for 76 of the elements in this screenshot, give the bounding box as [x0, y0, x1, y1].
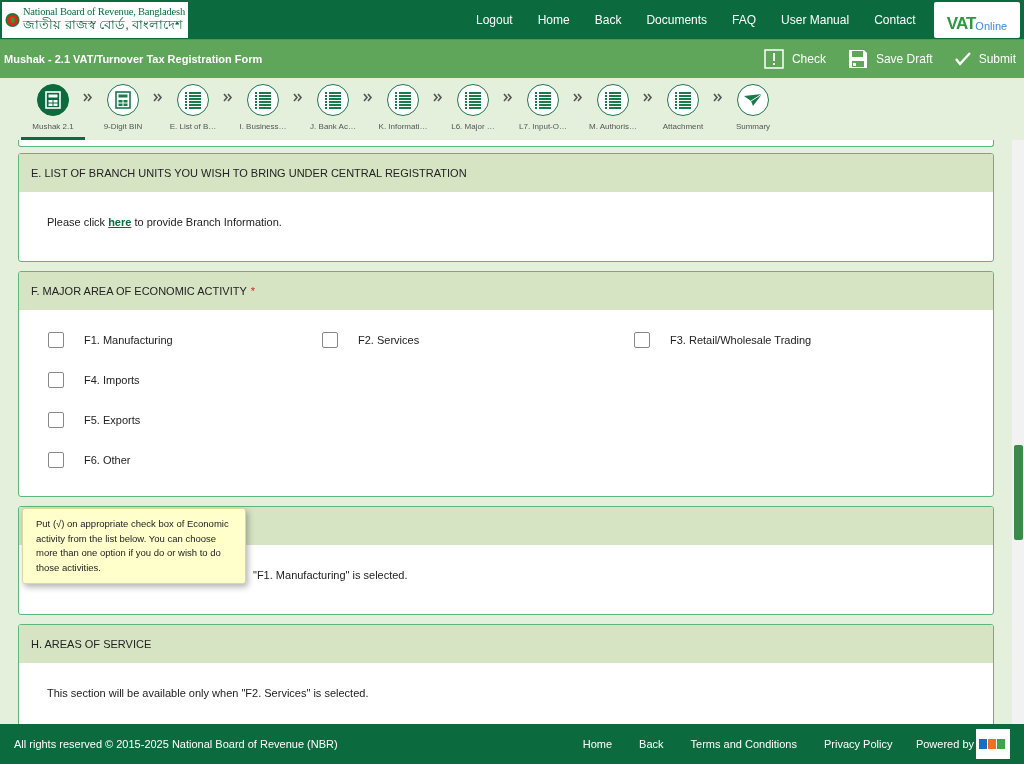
section-title: E. LIST OF BRANCH UNITS YOU WISH TO BRING UNDER CENTRAL REGISTRATION — [31, 167, 467, 179]
step-tab[interactable]: 9-Digit BIN — [93, 78, 153, 140]
nav-link[interactable]: Contact — [861, 12, 928, 27]
step-tab[interactable]: K. Informati… — [373, 78, 433, 140]
vat-online-logo[interactable]: VATOnline — [934, 1, 1020, 38]
double-chevron-icon — [643, 93, 653, 102]
required-mark: * — [250, 285, 256, 297]
checkbox[interactable] — [48, 332, 64, 348]
checkbox-label[interactable]: F4. Imports — [84, 374, 140, 386]
section-title: F. MAJOR AREA OF ECONOMIC ACTIVITY — [31, 285, 247, 297]
step-tab[interactable]: I. Business… — [233, 78, 293, 140]
nav-link[interactable]: User Manual — [768, 12, 862, 27]
step-tab[interactable]: L6. Major … — [443, 78, 503, 140]
checkbox-label[interactable]: F5. Exports — [84, 414, 141, 426]
nav-link[interactable]: Logout — [463, 12, 526, 27]
list-icon — [604, 91, 622, 109]
checkbox[interactable] — [48, 412, 64, 428]
footer-link[interactable]: Home — [569, 738, 626, 750]
list-icon — [254, 91, 272, 109]
form-title: Mushak - 2.1 VAT/Turnover Tax Registration Form — [4, 53, 263, 65]
double-chevron-icon — [713, 93, 723, 102]
nav-link[interactable]: Home — [525, 12, 583, 27]
nbr-logo[interactable]: National Board of Revenue, Bangladesh জাতীয় রাজস্ব বোর্ড, বাংলাদেশ — [2, 1, 188, 38]
checkbox[interactable] — [48, 372, 64, 388]
calculator-icon — [45, 91, 61, 109]
list-icon — [464, 91, 482, 109]
double-chevron-icon — [363, 93, 373, 102]
nav-link[interactable]: Back — [582, 12, 634, 27]
checkbox-label[interactable]: F6. Other — [84, 454, 131, 466]
double-chevron-icon — [153, 93, 163, 102]
footer-link[interactable]: Back — [625, 738, 678, 750]
powered-by-text: Powered by — [915, 738, 974, 750]
list-icon — [184, 91, 202, 109]
copyright-text: All rights reserved © 2015-2025 National Board of Revenue (NBR) — [14, 738, 338, 750]
paper-plane-icon — [743, 93, 763, 107]
logo-title: National Board of Revenue, Bangladesh — [23, 6, 185, 17]
section-title: H. AREAS OF SERVICE — [31, 638, 152, 650]
vendor-logo-icon — [979, 737, 1007, 751]
step-tab[interactable]: J. Bank Ac… — [303, 78, 363, 140]
double-chevron-icon — [503, 93, 513, 102]
double-chevron-icon — [433, 93, 443, 102]
step-tab[interactable]: Summary — [723, 78, 783, 140]
list-icon — [534, 91, 552, 109]
nav-link[interactable]: Documents — [633, 12, 720, 27]
step-tab[interactable]: E. List of B… — [163, 78, 223, 140]
checkbox-label[interactable]: F2. Services — [358, 334, 420, 346]
double-chevron-icon — [293, 93, 303, 102]
checkbox-label[interactable]: F3. Retail/Wholesale Trading — [670, 334, 812, 346]
checkbox[interactable] — [634, 332, 650, 348]
here-link[interactable]: here — [108, 216, 132, 228]
double-chevron-icon — [573, 93, 583, 102]
section-note: Please click here to provide Branch Information. — [47, 216, 282, 228]
save-icon — [847, 49, 868, 69]
double-chevron-icon — [223, 93, 233, 102]
footer-link[interactable]: Privacy Policy — [810, 738, 906, 750]
nav-link[interactable]: FAQ — [719, 12, 769, 27]
help-tooltip-text: Put (√) on appropriate check box of Economic activity from the list below. You can choose more than one option if you do or wish to do those activities. — [36, 518, 229, 573]
checkbox[interactable] — [48, 452, 64, 468]
step-tab[interactable]: Attachment — [653, 78, 713, 140]
checkbox-label[interactable]: F1. Manufacturing — [84, 334, 173, 346]
section-note: This section will be available only when "F2. Services" is selected. — [47, 687, 369, 699]
step-tab[interactable]: Mushak 2.1 — [23, 78, 83, 140]
list-icon — [394, 91, 412, 109]
check-icon — [954, 52, 971, 66]
double-chevron-icon — [83, 93, 93, 102]
footer-link[interactable]: Terms and Conditions — [677, 738, 811, 750]
section-note: "F1. Manufacturing" is selected. — [253, 569, 408, 581]
list-icon — [674, 91, 692, 109]
scrollbar-thumb[interactable] — [1014, 445, 1023, 540]
alert-icon — [763, 49, 784, 69]
step-tab[interactable]: M. Authoris… — [583, 78, 643, 140]
checkbox[interactable] — [322, 332, 338, 348]
list-icon — [324, 91, 342, 109]
calculator-icon — [115, 91, 131, 109]
logo-title-bengali: জাতীয় রাজস্ব বোর্ড, বাংলাদেশ — [23, 17, 185, 33]
step-tab[interactable]: L7. Input-O… — [513, 78, 573, 140]
